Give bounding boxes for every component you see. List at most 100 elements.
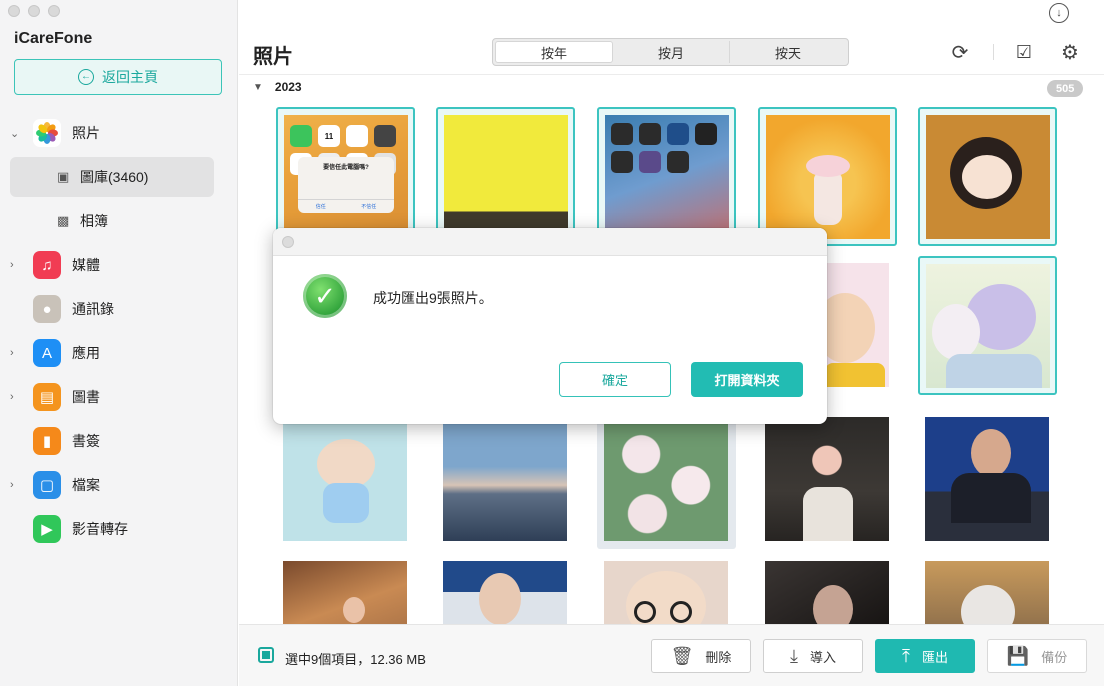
export-success-dialog: ✓ 成功匯出9張照片。 確定 打開資料夾 <box>273 228 827 424</box>
close-window-button[interactable] <box>8 5 20 17</box>
phone-trust-title: 要信任此電腦嗎? <box>323 165 369 171</box>
view-mode-tabs: 按年 按月 按天 <box>492 38 849 66</box>
photo-image <box>283 417 407 541</box>
sidebar-item-label: 媒體 <box>72 257 100 273</box>
sidebar-item-album[interactable]: ▩ 相簿 <box>10 201 214 241</box>
chevron-right-icon[interactable]: › <box>10 391 14 403</box>
dialog-close-button[interactable] <box>282 236 294 248</box>
sidebar-item-gallery[interactable]: ▣ 圖庫(3460) <box>10 157 214 197</box>
photo-thumbnail[interactable] <box>758 107 897 246</box>
contacts-icon: ● <box>33 295 61 323</box>
photo-image <box>444 115 568 239</box>
calendar-check-icon[interactable]: ☑ <box>1012 40 1036 64</box>
delete-button[interactable]: 🗑 刪除 <box>651 639 751 673</box>
delete-label: 刪除 <box>705 649 732 665</box>
album-icon: ▩ <box>57 213 70 228</box>
person-suit <box>951 473 1031 523</box>
back-home-button[interactable]: ← 返回主頁 <box>14 59 222 95</box>
phone-trust-dialog: 要信任此電腦嗎? 信任 不信任 <box>298 157 394 213</box>
photo-thumbnail[interactable] <box>918 410 1057 549</box>
photo-image <box>605 115 729 239</box>
import-label: 導入 <box>809 649 836 665</box>
sidebar-item-label: 應用 <box>72 345 100 361</box>
photo-image <box>443 417 567 541</box>
phone-app-grid <box>611 123 717 173</box>
phone-trust-button: 信任 <box>315 204 326 210</box>
arrow-left-icon: ← <box>78 69 94 85</box>
export-button[interactable]: ⤒ 匯出 <box>875 639 975 673</box>
photos-icon <box>33 119 61 147</box>
dialog-message: 成功匯出9張照片。 <box>373 290 493 306</box>
sidebar-item-video-transfer[interactable]: ▶ 影音轉存 <box>0 509 238 549</box>
download-icon[interactable]: ↓ <box>1049 3 1069 23</box>
photo-image <box>765 417 889 541</box>
cartoon-creature <box>932 304 980 360</box>
appstore-icon: A <box>33 339 61 367</box>
cream-shape <box>806 155 850 177</box>
photo-thumbnail[interactable] <box>918 256 1057 395</box>
window-controls <box>8 5 60 17</box>
photo-image <box>766 115 890 239</box>
save-icon: 💾 <box>1006 645 1030 666</box>
music-icon: ♫ <box>33 251 61 279</box>
person-face <box>343 597 365 623</box>
cartoon-shirt <box>825 363 885 387</box>
sidebar-item-bookmarks[interactable]: ▮ 書簽 <box>0 421 238 461</box>
app-title: iCareFone <box>14 30 93 47</box>
sidebar-item-photos[interactable]: ⌄ 照片 <box>0 113 238 153</box>
sidebar-item-apps[interactable]: › A 應用 <box>0 333 238 373</box>
chevron-right-icon[interactable]: › <box>10 347 14 359</box>
zoom-window-button[interactable] <box>48 5 60 17</box>
sidebar-item-files[interactable]: › ▢ 檔案 <box>0 465 238 505</box>
sidebar-item-label: 檔案 <box>72 477 100 493</box>
phone-date-tile: 11 <box>318 125 340 147</box>
dialog-titlebar <box>273 228 827 256</box>
phone-dont-trust-button: 不信任 <box>361 204 377 210</box>
photo-thumbnail[interactable] <box>758 410 897 549</box>
open-folder-button[interactable]: 打開資料夾 <box>691 362 803 397</box>
sidebar-item-label: 相簿 <box>80 213 108 229</box>
photo-thumbnail[interactable] <box>918 107 1057 246</box>
files-icon: ▢ <box>33 471 61 499</box>
chevron-right-icon[interactable]: › <box>10 259 14 271</box>
photo-thumbnail[interactable] <box>597 107 736 246</box>
photo-thumbnail[interactable] <box>276 410 415 549</box>
gear-icon[interactable]: ⚙ <box>1058 40 1082 64</box>
page-title: 照片 <box>253 46 293 68</box>
backup-button[interactable]: 💾 備份 <box>987 639 1087 673</box>
person-face <box>479 573 521 625</box>
sidebar-item-label: 圖庫(3460) <box>80 169 149 185</box>
chevron-right-icon[interactable]: › <box>10 479 14 491</box>
tab-by-month[interactable]: 按月 <box>613 41 730 63</box>
confirm-button[interactable]: 確定 <box>559 362 671 397</box>
tab-by-year[interactable]: 按年 <box>495 41 613 63</box>
glasses-lens <box>634 601 656 623</box>
tab-by-day[interactable]: 按天 <box>730 41 846 63</box>
photo-thumbnail[interactable] <box>436 410 575 549</box>
sidebar-item-contacts[interactable]: ● 通訊錄 <box>0 289 238 329</box>
photo-image <box>926 264 1050 388</box>
photo-count-badge: 505 <box>1047 80 1084 97</box>
select-all-checkbox[interactable] <box>258 647 274 663</box>
photo-thumbnail[interactable]: 11 要信任此電腦嗎? 信任 不信任 <box>276 107 415 246</box>
sidebar-item-books[interactable]: › ▤ 圖書 <box>0 377 238 417</box>
sidebar-item-media[interactable]: › ♫ 媒體 <box>0 245 238 285</box>
export-icon: ⤒ <box>902 645 910 666</box>
glasses-lens <box>670 601 692 623</box>
bunny-head <box>317 439 375 489</box>
trash-icon: 🗑 <box>670 645 694 666</box>
person-face <box>971 429 1011 477</box>
year-group-header[interactable]: ▼ 2023 <box>253 80 302 94</box>
chevron-down-icon[interactable]: ⌄ <box>10 127 19 140</box>
photo-image <box>604 417 728 541</box>
import-button[interactable]: ⤓ 導入 <box>763 639 863 673</box>
refresh-icon[interactable]: ⟳ <box>948 40 972 64</box>
gallery-icon: ▣ <box>57 169 70 184</box>
sidebar-item-label: 圖書 <box>72 389 100 405</box>
export-label: 匯出 <box>921 649 948 665</box>
minimize-window-button[interactable] <box>28 5 40 17</box>
photo-thumbnail[interactable] <box>436 107 575 246</box>
collapse-triangle-icon[interactable]: ▼ <box>253 82 263 93</box>
sidebar-item-label: 書簽 <box>72 433 100 449</box>
photo-thumbnail[interactable] <box>597 410 736 549</box>
